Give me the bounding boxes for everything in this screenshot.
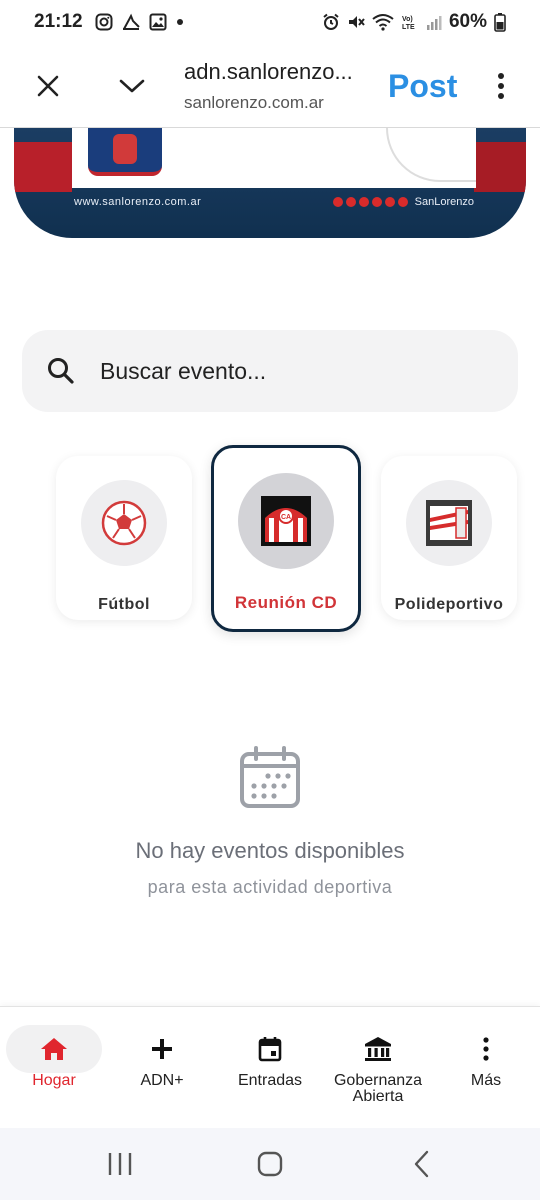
nav-label: ADN+	[140, 1072, 184, 1089]
banner-website: www.sanlorenzo.com.ar	[74, 196, 202, 208]
twitter-icon	[345, 197, 356, 207]
nav-pill	[114, 1025, 210, 1073]
gallery-icon	[149, 13, 167, 31]
close-button[interactable]	[12, 50, 84, 122]
status-left-icons	[95, 13, 185, 31]
banner-red-block	[474, 142, 526, 192]
empty-state-title: No hay eventos disponibles	[135, 838, 405, 863]
signal-icon	[426, 16, 442, 30]
category-label: Fútbol	[98, 596, 150, 613]
post-button[interactable]: Post	[388, 68, 457, 105]
club-shield-icon	[397, 197, 408, 207]
close-icon	[37, 75, 59, 97]
category-icon-bg	[406, 480, 492, 566]
category-card-polideportivo[interactable]: Polideportivo	[381, 456, 517, 620]
nav-item-adn-plus[interactable]: ADN+	[114, 1025, 210, 1089]
svg-text:LTE: LTE	[402, 24, 415, 31]
mascot-image	[88, 128, 162, 176]
status-bar: 21:12 Vo) LTE 60%	[0, 0, 540, 44]
search-input[interactable]: Buscar evento...	[22, 330, 518, 412]
category-label: Reunión CD	[234, 593, 338, 612]
empty-state-subtitle: para esta actividad deportiva	[147, 877, 393, 897]
mute-icon	[348, 16, 365, 28]
status-time: 21:12	[34, 11, 83, 32]
home-button-icon[interactable]	[254, 1148, 286, 1180]
volte-icon: Vo)LTE	[402, 16, 415, 31]
instagram-icon	[358, 197, 369, 207]
nav-pill	[438, 1025, 534, 1073]
calendar-icon	[258, 1037, 282, 1062]
page-domain: sanlorenzo.com.ar	[184, 93, 324, 112]
instagram-icon	[95, 13, 113, 31]
nav-label: Gobernanza Abierta	[333, 1072, 423, 1105]
back-icon[interactable]	[406, 1148, 438, 1180]
nav-item-entradas[interactable]: Entradas	[222, 1025, 318, 1089]
banner-social-icons: SanLorenzo	[332, 196, 474, 208]
nav-pill	[6, 1025, 102, 1073]
svg-text:Vo): Vo)	[402, 16, 413, 23]
nav-pill	[330, 1025, 426, 1073]
calendar-icon	[240, 746, 300, 808]
nav-pill	[222, 1025, 318, 1073]
club-building-icon: CA	[261, 496, 311, 546]
nav-item-hogar[interactable]: Hogar	[6, 1025, 102, 1089]
status-right-icons: Vo) LTE 60%	[322, 11, 506, 33]
more-vert-icon	[498, 73, 505, 99]
dot-icon	[176, 19, 183, 25]
category-icon-bg	[81, 480, 167, 566]
battery-percent: 60%	[448, 11, 487, 32]
plus-icon	[152, 1039, 172, 1059]
bank-icon	[365, 1037, 391, 1061]
soccer-ball-icon	[101, 500, 147, 546]
nav-item-gobernanza[interactable]: Gobernanza Abierta	[330, 1025, 426, 1105]
svg-text:CA: CA	[281, 514, 291, 521]
nav-label: Más	[470, 1072, 502, 1089]
recent-apps-icon[interactable]	[104, 1148, 136, 1180]
facebook-icon	[332, 197, 343, 207]
category-label: Polideportivo	[394, 596, 504, 613]
alarm-icon	[323, 13, 339, 30]
chevron-down-icon	[119, 79, 145, 93]
search-placeholder: Buscar evento...	[100, 357, 267, 384]
category-icon-bg: CA	[238, 473, 334, 569]
banner-arc-decoration	[386, 128, 476, 182]
category-card-futbol[interactable]: Fútbol	[56, 456, 192, 620]
page-title: adn.sanlorenzo...	[184, 59, 353, 84]
stadium-icon	[426, 500, 472, 546]
wifi-icon	[372, 14, 394, 31]
app-icon	[122, 13, 140, 30]
banner-white-panel	[72, 128, 476, 188]
url-block[interactable]: adn.sanlorenzo... sanlorenzo.com.ar	[184, 59, 374, 113]
battery-icon	[494, 13, 506, 32]
nav-label: Entradas	[237, 1072, 303, 1089]
bottom-navigation: Hogar ADN+ Entradas Gobernanza Abierta M…	[0, 1006, 540, 1128]
search-icon	[48, 358, 74, 384]
browser-header: adn.sanlorenzo... sanlorenzo.com.ar Post	[0, 44, 540, 128]
home-icon	[41, 1038, 67, 1060]
more-vert-icon	[483, 1037, 489, 1061]
more-options-button[interactable]	[481, 50, 521, 122]
club-banner: www.sanlorenzo.com.ar SanLorenzo	[14, 128, 526, 238]
banner-brand: SanLorenzo	[414, 196, 474, 208]
banner-red-block	[14, 142, 72, 192]
nav-item-mas[interactable]: Más	[438, 1025, 534, 1089]
vine-icon	[384, 197, 395, 207]
expand-button[interactable]	[96, 50, 168, 122]
system-navigation-bar	[0, 1128, 540, 1200]
nav-label: Hogar	[32, 1072, 76, 1089]
category-card-reunion-cd[interactable]: CA Reunión CD	[211, 445, 361, 632]
youtube-icon	[371, 197, 382, 207]
